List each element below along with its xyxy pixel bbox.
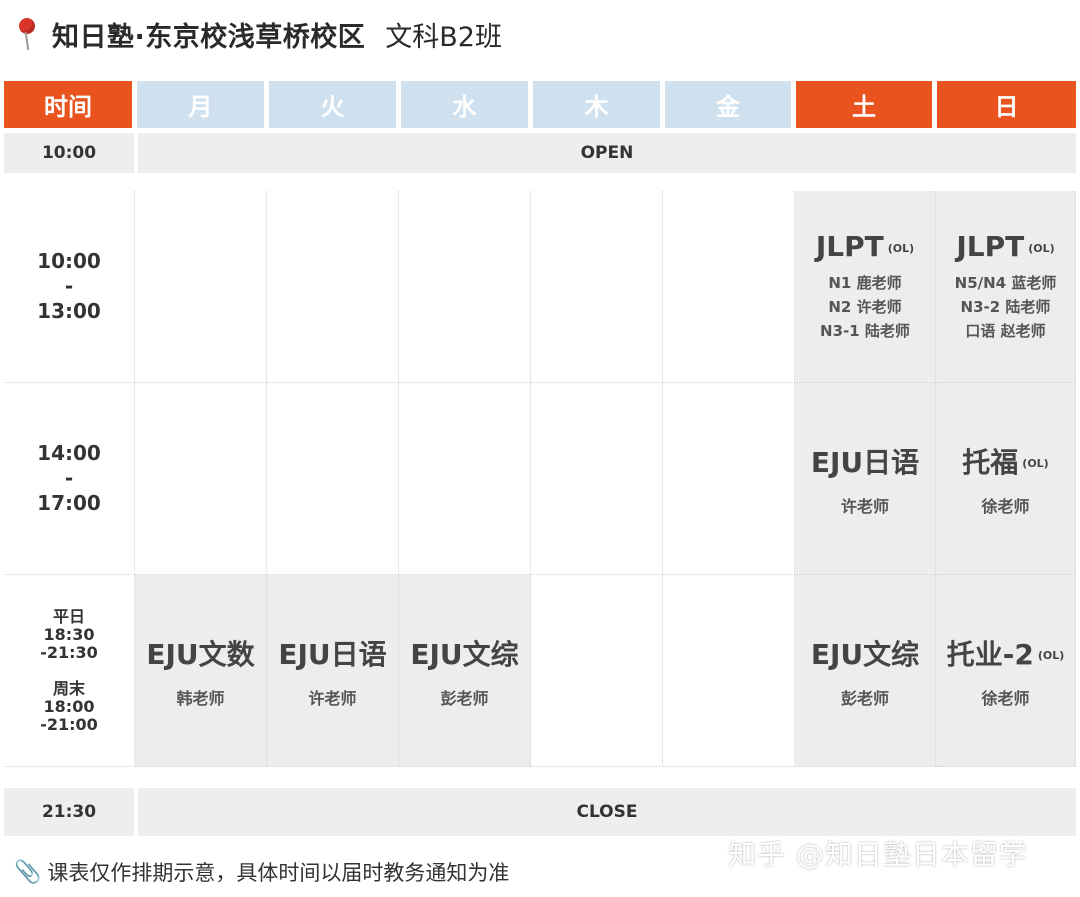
course-title: JLPT (OL): [815, 230, 915, 263]
course-teacher: 许老师: [308, 688, 357, 708]
open-time: 10:00: [41, 143, 97, 163]
cell-mon-2: [135, 383, 267, 575]
course-teachers: N5/N4 蓝老师 N3-2 陆老师 口语 赵老师: [954, 274, 1057, 340]
footer-note: 📎 课表仅作排期示意，具体时间以届时教务通知为准: [14, 857, 509, 887]
header-time: 时间: [4, 81, 132, 128]
course-title: EJU文综: [810, 637, 920, 671]
cell-wed-2: [399, 383, 531, 575]
cell-sun-3: 托业-2 (OL) 徐老师: [936, 575, 1076, 767]
school-name: 知日塾·东京校浅草桥校区: [52, 21, 366, 53]
header-day-mon: 月: [137, 81, 264, 128]
cell-sat-2: EJU日语 许老师: [795, 383, 936, 575]
open-row: 10:00 OPEN: [4, 133, 1076, 173]
header-day-wed: 水: [401, 81, 528, 128]
cell-sat-3: EJU文综 彭老师: [795, 575, 936, 767]
course-title: 托业-2 (OL): [946, 637, 1065, 671]
cell-tue-3: EJU日语 许老师: [267, 575, 399, 767]
cell-thu-2: [531, 383, 663, 575]
course-title: EJU日语: [810, 445, 920, 479]
cell-sat-1: JLPT (OL) N1 鹿老师 N2 许老师 N3-1 陆老师: [795, 191, 936, 383]
cell-wed-3: EJU文综 彭老师: [399, 575, 531, 767]
course-title: EJU日语: [278, 637, 387, 671]
open-label: OPEN: [580, 143, 634, 163]
cell-thu-3: [531, 575, 663, 767]
cell-sun-2: 托福 (OL) 徐老师: [936, 383, 1076, 575]
cell-fri-3: [663, 575, 795, 767]
paperclip-icon: 📎: [14, 859, 42, 885]
class-name: 文科B2班: [385, 21, 502, 53]
course-teacher: 徐老师: [981, 496, 1030, 516]
header-day-thu: 木: [533, 81, 660, 128]
cell-tue-1: [267, 191, 399, 383]
course-teachers: N1 鹿老师 N2 许老师 N3-1 陆老师: [820, 274, 910, 340]
slot-time-2: 14:00 - 17:00: [4, 383, 135, 575]
slot-time-1: 10:00 - 13:00: [4, 191, 135, 383]
cell-fri-2: [663, 383, 795, 575]
header-day-sun: 日: [937, 81, 1076, 128]
course-teacher: 彭老师: [440, 688, 489, 708]
cell-fri-1: [663, 191, 795, 383]
slot-time-3: 平日 18:30 -21:30 周末 18:00 -21:00: [4, 575, 135, 767]
course-teacher: 许老师: [840, 496, 889, 516]
course-title: EJU文综: [410, 637, 519, 671]
course-teacher: 韩老师: [176, 688, 225, 708]
watermark: 知乎 @知日塾日本留学: [728, 838, 1028, 871]
cell-wed-1: [399, 191, 531, 383]
cell-mon-3: EJU文数 韩老师: [135, 575, 267, 767]
footer-text: 课表仅作排期示意，具体时间以届时教务通知为准: [47, 861, 510, 885]
cell-tue-2: [267, 383, 399, 575]
cell-sun-1: JLPT (OL) N5/N4 蓝老师 N3-2 陆老师 口语 赵老师: [936, 191, 1076, 383]
close-label: CLOSE: [576, 802, 638, 822]
map-pin-icon: [14, 16, 42, 52]
course-title: JLPT (OL): [956, 230, 1055, 263]
course-title: 托福 (OL): [962, 445, 1049, 479]
header-day-fri: 金: [665, 81, 791, 128]
close-row: 21:30 CLOSE: [4, 788, 1076, 836]
close-time: 21:30: [41, 802, 97, 822]
header-day-sat: 土: [796, 81, 932, 128]
page-title: 知日塾·东京校浅草桥校区 文科B2班: [14, 14, 502, 54]
course-teacher: 徐老师: [981, 688, 1030, 708]
course-title: EJU文数: [146, 637, 255, 671]
cell-thu-1: [531, 191, 663, 383]
cell-mon-1: [135, 191, 267, 383]
course-teacher: 彭老师: [840, 688, 889, 708]
header-day-tue: 火: [269, 81, 396, 128]
